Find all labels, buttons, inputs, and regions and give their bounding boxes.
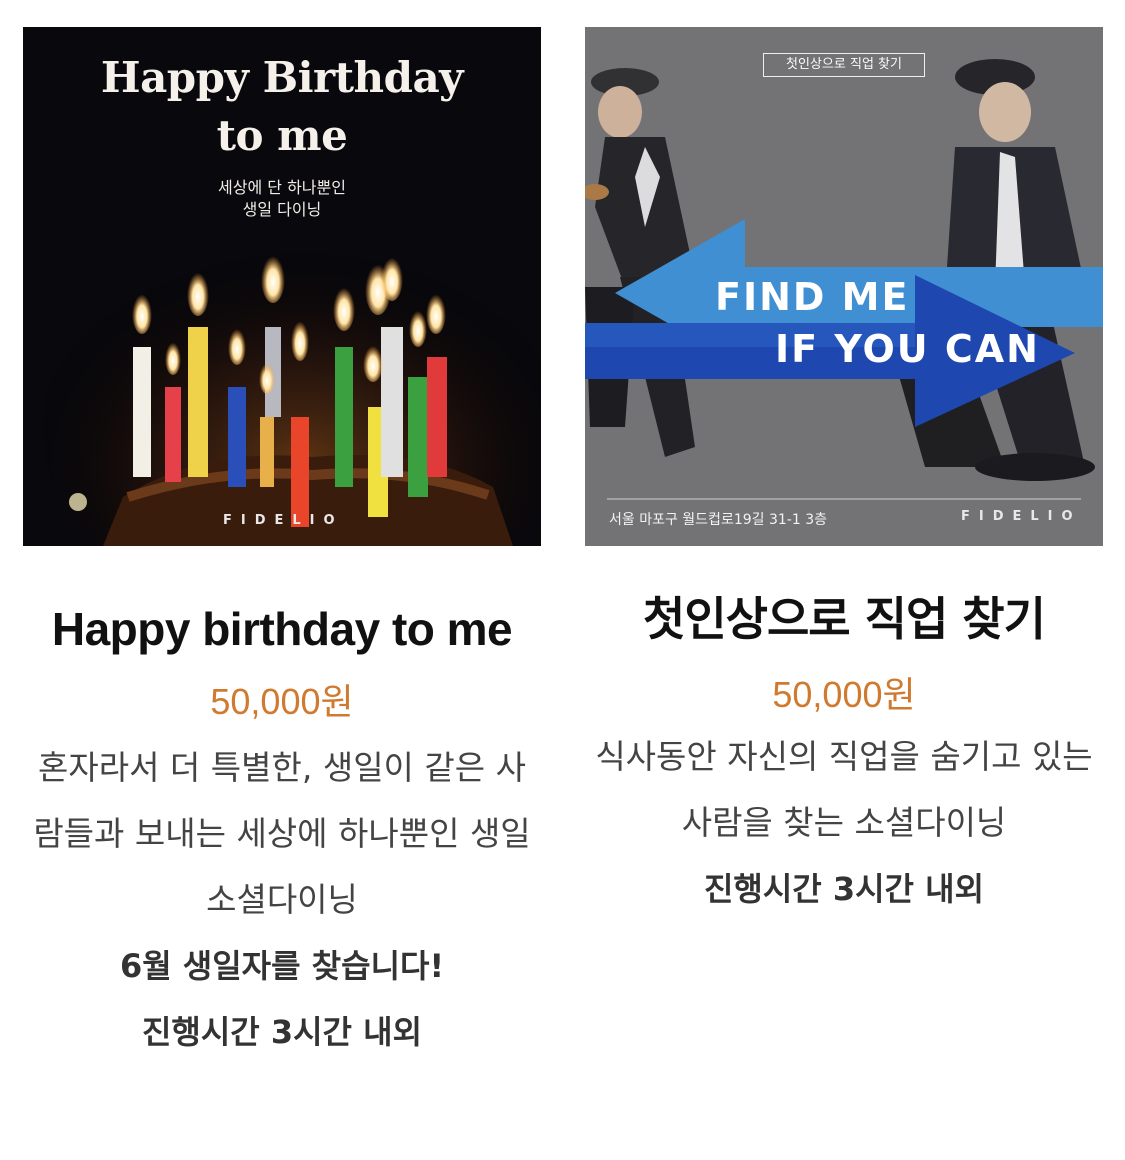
birthday-image-subtitle: 세상에 단 하나뿐인 생일 다이닝: [23, 177, 541, 221]
birthday-title-line1: Happy Birthday: [100, 53, 464, 102]
product-description: 식사동안 자신의 직업을 숨기고 있는 사람을 찾는 소셜다이닝: [595, 737, 1093, 842]
product-duration: 진행시간 3시간 내외: [141, 1013, 423, 1051]
job-guess-product-image[interactable]: 첫인상으로 직업 찾기 FIND ME IF YOU CAN 서울 마포구 월드…: [585, 27, 1103, 546]
product-highlight: 6월 생일자를 찾습니다!: [119, 947, 445, 985]
product-name[interactable]: 첫인상으로 직업 찾기: [585, 588, 1103, 650]
fidelio-logo: FIDELIO: [961, 509, 1082, 524]
birthday-product-image[interactable]: Happy Birthday to me 세상에 단 하나뿐인 생일 다이닝 F…: [23, 27, 541, 546]
birthday-image-title: Happy Birthday to me: [23, 49, 541, 165]
product-card-birthday[interactable]: Happy Birthday to me 세상에 단 하나뿐인 생일 다이닝 F…: [23, 27, 541, 1065]
product-description: 혼자라서 더 특별한, 생일이 같은 사람들과 보내는 세상에 하나뿐인 생일 …: [33, 748, 531, 919]
venue-address: 서울 마포구 월드컵로19길 31-1 3층: [609, 512, 827, 528]
birthday-subtitle-line1: 세상에 단 하나뿐인: [218, 178, 346, 197]
fidelio-logo: FIDELIO: [223, 513, 344, 528]
product-duration: 진행시간 3시간 내외: [703, 870, 985, 908]
job-guess-tag: 첫인상으로 직업 찾기: [763, 53, 925, 77]
birthday-subtitle-line2: 생일 다이닝: [242, 200, 322, 219]
product-name[interactable]: Happy birthday to me: [23, 592, 541, 667]
headline-line1: FIND ME: [715, 275, 910, 319]
headline-line2: IF YOU CAN: [775, 327, 1040, 371]
product-price: 50,000원: [772, 674, 916, 715]
product-card-job-guess[interactable]: 첫인상으로 직업 찾기 FIND ME IF YOU CAN 서울 마포구 월드…: [585, 27, 1103, 922]
birthday-title-line2: to me: [216, 111, 348, 160]
product-price: 50,000원: [210, 681, 354, 722]
